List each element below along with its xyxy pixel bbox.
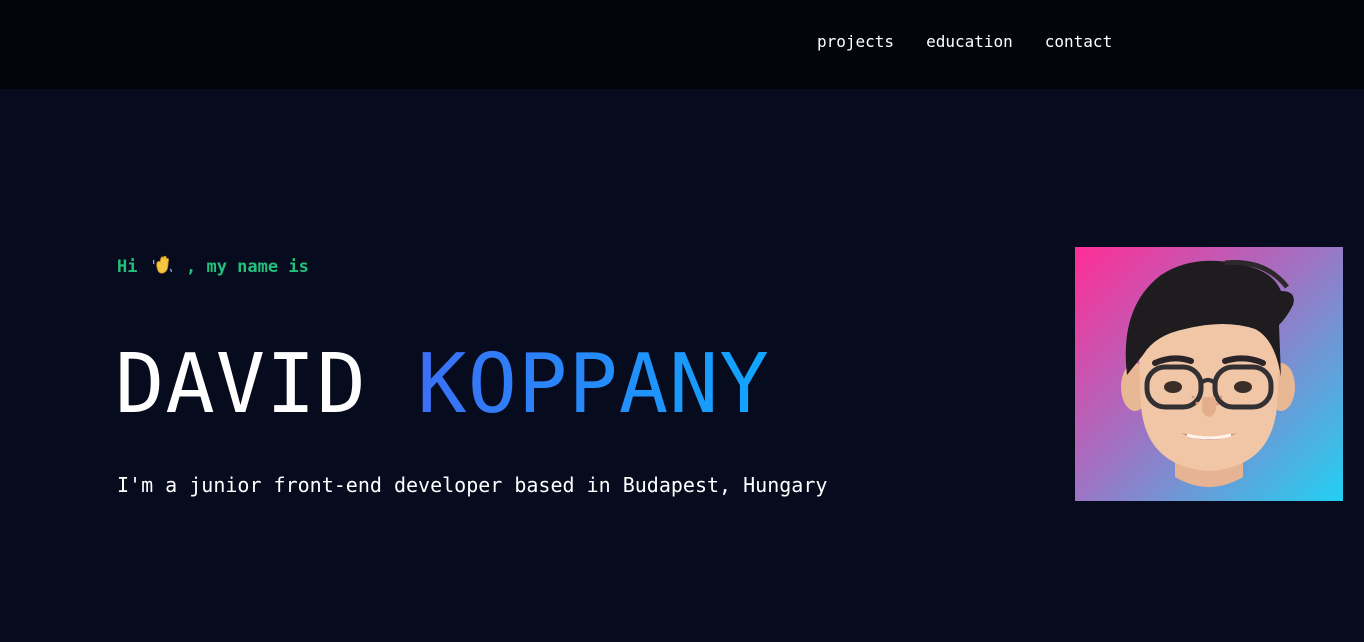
greeting-suffix: , my name is bbox=[185, 257, 309, 277]
main-nav: projects education contact bbox=[817, 31, 1112, 53]
greeting: Hi , my name is bbox=[117, 254, 309, 279]
memoji-avatar-icon bbox=[1121, 260, 1295, 487]
top-navigation-bar: projects education contact bbox=[0, 0, 1364, 89]
last-name: KOPPANY bbox=[417, 337, 770, 432]
avatar bbox=[1075, 247, 1343, 501]
nav-link-education[interactable]: education bbox=[926, 31, 1013, 53]
waving-hand-icon bbox=[152, 254, 174, 276]
hero-section: Hi , my name is DAVID KOPPANY I'm a juni… bbox=[0, 89, 1364, 642]
first-name: DAVID bbox=[115, 337, 367, 432]
nav-link-contact[interactable]: contact bbox=[1045, 31, 1112, 53]
hero-tagline: I'm a junior front-end developer based i… bbox=[117, 473, 828, 497]
hero-name: DAVID KOPPANY bbox=[115, 337, 770, 433]
greeting-prefix: Hi bbox=[117, 257, 138, 277]
nav-link-projects[interactable]: projects bbox=[817, 31, 894, 53]
